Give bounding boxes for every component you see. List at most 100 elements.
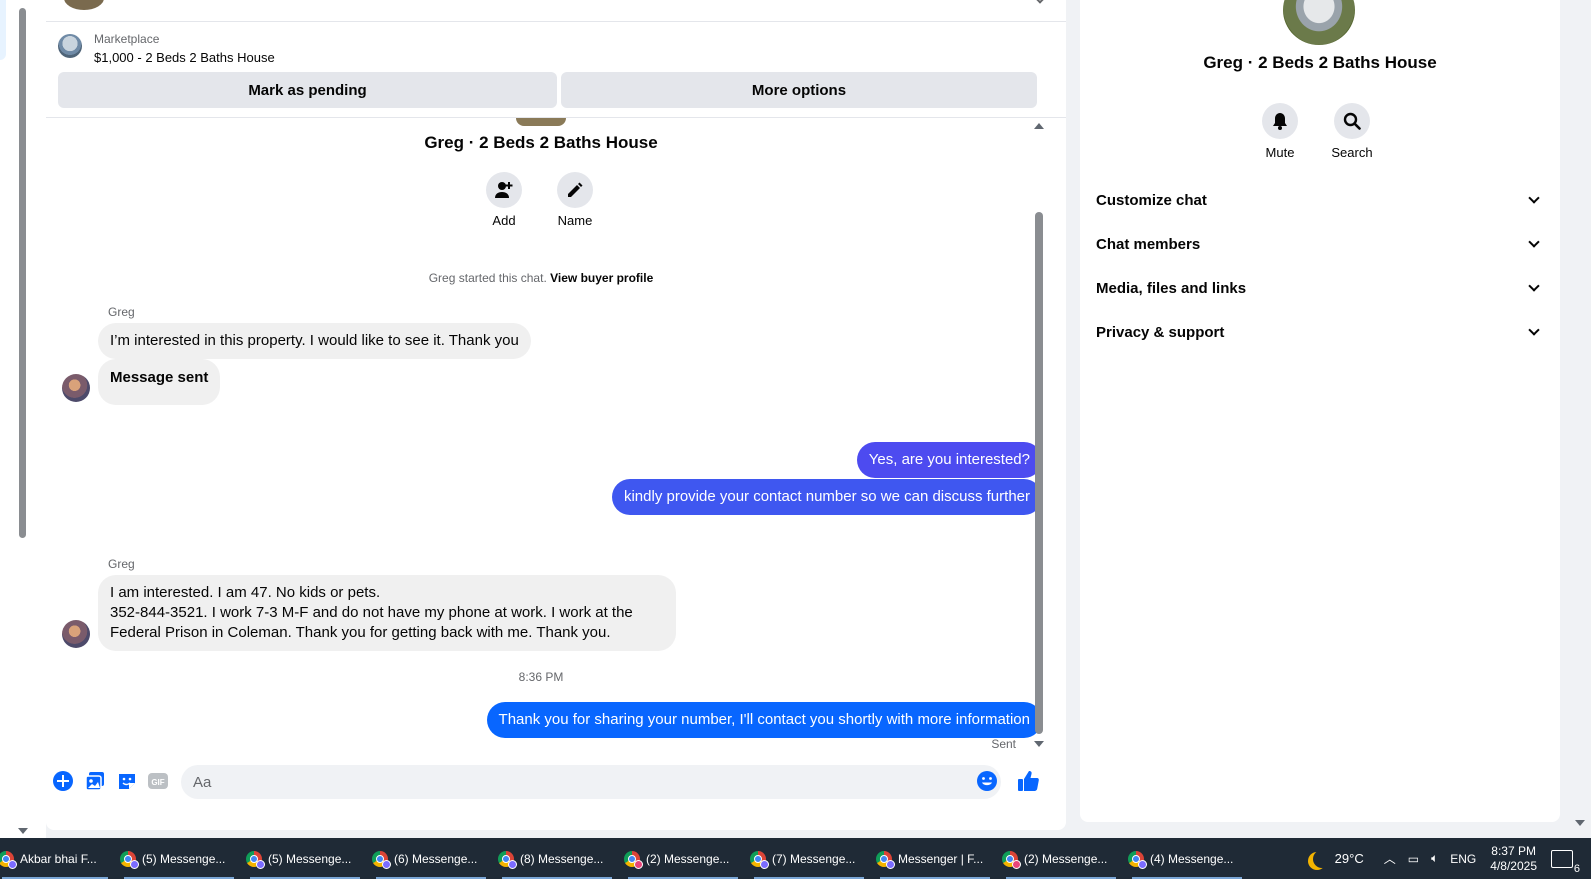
add-label: Add: [492, 213, 516, 228]
search-button[interactable]: Search: [1322, 103, 1382, 160]
weather-widget[interactable]: 29°C: [1307, 850, 1364, 868]
add-person-icon[interactable]: [486, 172, 522, 208]
details-title: Greg · 2 Beds 2 Baths House: [1203, 53, 1437, 72]
scroll-up-arrow[interactable]: [1034, 123, 1044, 129]
privacy-support-section[interactable]: Privacy & support: [1096, 312, 1544, 352]
taskbar-item-label: (5) Messenge...: [268, 851, 352, 866]
add-people-button[interactable]: Add: [474, 172, 534, 228]
section-label: Chat members: [1096, 235, 1201, 253]
notifications-icon[interactable]: 6: [1551, 849, 1580, 875]
listing-title[interactable]: $1,000 - 2 Beds 2 Baths House: [94, 50, 275, 65]
bell-icon[interactable]: [1262, 103, 1298, 139]
listing-category: Marketplace: [94, 32, 160, 46]
photo-icon[interactable]: [84, 770, 106, 792]
mark-as-pending-button[interactable]: Mark as pending: [58, 72, 557, 108]
window-scrollbar[interactable]: [1565, 0, 1591, 838]
taskbar-item-label: (4) Messenge...: [1150, 851, 1234, 866]
emoji-icon[interactable]: [976, 770, 998, 792]
sender-avatar[interactable]: [62, 374, 90, 402]
chat-started-notice: Greg started this chat. View buyer profi…: [46, 271, 1036, 285]
taskbar-item[interactable]: (7) Messenge...: [746, 838, 872, 879]
taskbar-item[interactable]: (4) Messenge...: [1124, 838, 1250, 879]
chat-panel: Marketplace $1,000 - 2 Beds 2 Baths Hous…: [46, 0, 1066, 830]
section-label: Media, files and links: [1096, 279, 1247, 297]
messages-scrollbar[interactable]: [1032, 120, 1046, 750]
left-scrollbar[interactable]: [16, 0, 28, 838]
search-icon[interactable]: [1334, 103, 1370, 139]
outgoing-message[interactable]: Yes, are you interested?: [856, 442, 1042, 478]
chevron-up-icon[interactable]: ︿: [1384, 850, 1396, 867]
profile-badge-icon: [130, 860, 139, 869]
taskbar-item-label: (2) Messenge...: [1024, 851, 1108, 866]
conversation-avatar: [516, 118, 566, 126]
scroll-down-arrow[interactable]: [1575, 820, 1585, 826]
previous-header: [46, 0, 1066, 22]
taskbar: Akbar bhai F... (5) Messenge... (5) Mess…: [0, 838, 1591, 879]
view-buyer-profile-link[interactable]: View buyer profile: [550, 271, 653, 285]
sticker-icon[interactable]: [116, 770, 138, 792]
gif-icon[interactable]: GIF: [147, 770, 169, 792]
incoming-message[interactable]: Message sent: [98, 359, 221, 405]
taskbar-item[interactable]: (8) Messenge...: [494, 838, 620, 879]
chevron-down-icon[interactable]: [1528, 236, 1540, 248]
section-label: Privacy & support: [1096, 323, 1225, 341]
left-panel-strip: [0, 0, 46, 838]
mute-label: Mute: [1265, 145, 1295, 160]
profile-badge-icon: [886, 860, 895, 869]
system-tray: 29°C ︿ ▭ 🔈︎ ENG 8:37 PM 4/8/2025 6: [1307, 838, 1591, 879]
volume-icon[interactable]: 🔈︎: [1431, 851, 1438, 866]
profile-badge-icon: [634, 860, 643, 869]
left-scroll-down-arrow[interactable]: [18, 828, 28, 834]
taskbar-item-label: Messenger | F...: [898, 851, 984, 866]
avatar: [64, 0, 104, 10]
chevron-down-icon[interactable]: [1528, 192, 1540, 204]
thumbs-up-icon[interactable]: [1016, 769, 1040, 793]
chevron-down-icon[interactable]: [1528, 324, 1540, 336]
chat-members-section[interactable]: Chat members: [1096, 224, 1544, 264]
taskbar-item[interactable]: (5) Messenge...: [242, 838, 368, 879]
clock[interactable]: 8:37 PM 4/8/2025: [1490, 844, 1537, 874]
profile-badge-icon: [1138, 860, 1147, 869]
taskbar-item[interactable]: Messenger | F...: [872, 838, 998, 879]
clock-time: 8:37 PM: [1491, 843, 1536, 858]
chevron-down-icon[interactable]: [1528, 280, 1540, 292]
mute-button[interactable]: Mute: [1250, 103, 1310, 160]
outgoing-message[interactable]: kindly provide your contact number so we…: [611, 479, 1042, 515]
edit-name-button[interactable]: Name: [545, 172, 605, 228]
taskbar-item[interactable]: (2) Messenge...: [998, 838, 1124, 879]
media-files-links-section[interactable]: Media, files and links: [1096, 268, 1544, 308]
customize-chat-section[interactable]: Customize chat: [1096, 180, 1544, 220]
taskbar-item[interactable]: (2) Messenge...: [620, 838, 746, 879]
taskbar-item-label: (8) Messenge...: [520, 851, 604, 866]
messages-scrollbar-thumb[interactable]: [1035, 212, 1043, 734]
message-input[interactable]: [181, 765, 1001, 799]
listing-avatar[interactable]: [1283, 0, 1355, 45]
section-label: Customize chat: [1096, 191, 1207, 209]
left-scrollbar-thumb[interactable]: [19, 8, 26, 538]
profile-badge-icon: [1012, 860, 1021, 869]
marketplace-listing[interactable]: Marketplace $1,000 - 2 Beds 2 Baths Hous…: [58, 28, 1048, 72]
taskbar-item[interactable]: Akbar bhai F...: [0, 838, 116, 879]
profile-badge-icon: [508, 860, 517, 869]
taskbar-item[interactable]: (6) Messenge...: [368, 838, 494, 879]
taskbar-item[interactable]: (5) Messenge...: [116, 838, 242, 879]
more-options-button[interactable]: More options: [561, 72, 1037, 108]
scroll-down-arrow[interactable]: [1034, 741, 1044, 747]
conversation-title: Greg · 2 Beds 2 Baths House: [424, 133, 658, 152]
chevron-down-icon[interactable]: [1034, 0, 1046, 4]
sender-name: Greg: [108, 557, 135, 571]
language-indicator[interactable]: ENG: [1450, 852, 1476, 866]
plus-icon[interactable]: [52, 770, 74, 792]
profile-badge-icon: [256, 860, 265, 869]
incoming-message[interactable]: I am interested. I am 47. No kids or pet…: [98, 575, 676, 651]
taskbar-item-label: (6) Messenge...: [394, 851, 478, 866]
incoming-message[interactable]: I’m interested in this property. I would…: [98, 323, 531, 359]
outgoing-message[interactable]: Thank you for sharing your number, I'll …: [486, 702, 1042, 738]
network-icon[interactable]: ▭: [1408, 852, 1419, 866]
sender-avatar[interactable]: [62, 620, 90, 648]
taskbar-item-label: (7) Messenge...: [772, 851, 856, 866]
temperature: 29°C: [1334, 851, 1364, 866]
name-label: Name: [557, 213, 593, 228]
pencil-icon[interactable]: [557, 172, 593, 208]
profile-badge-icon: [760, 860, 769, 869]
